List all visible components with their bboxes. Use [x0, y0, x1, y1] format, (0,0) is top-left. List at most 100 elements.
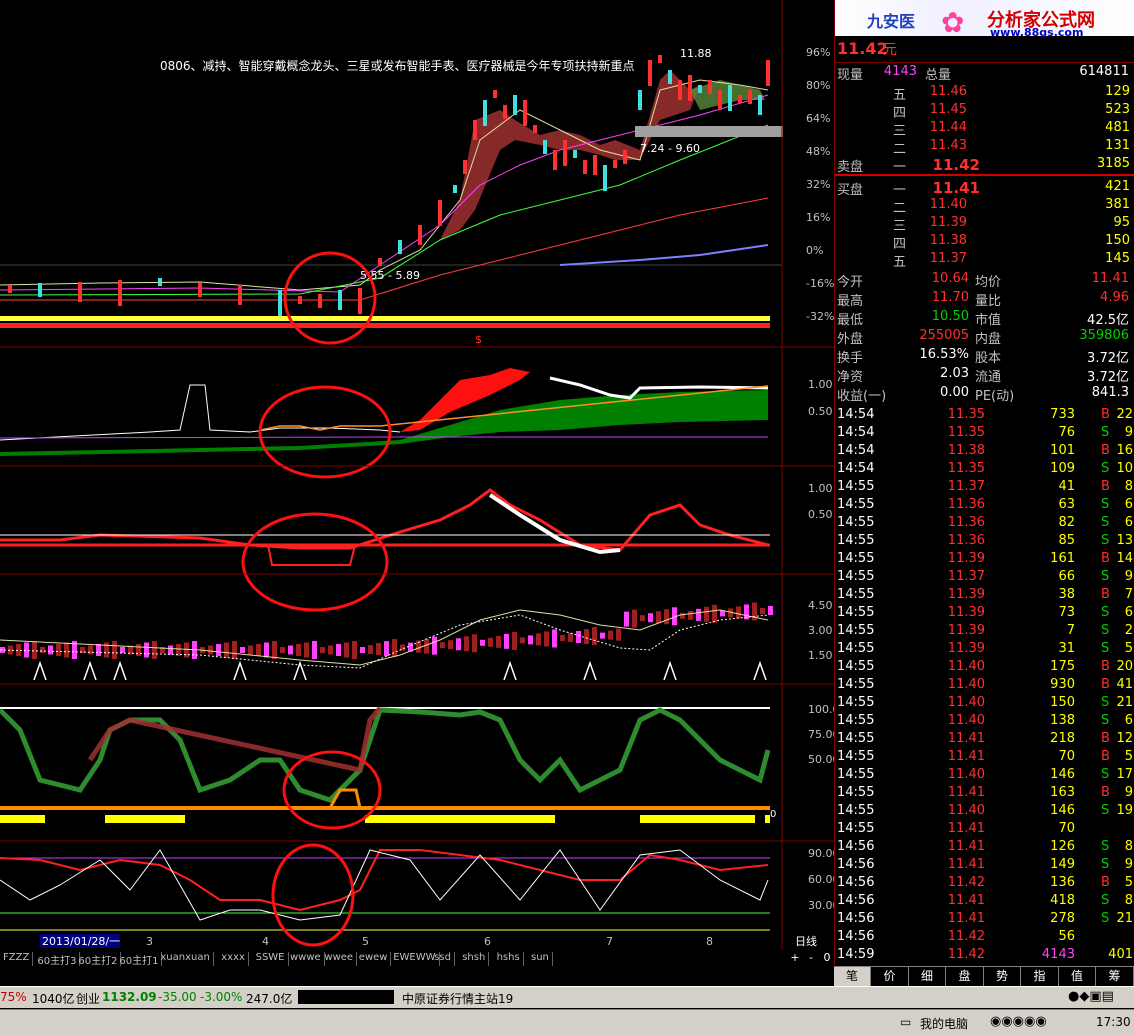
bar — [344, 642, 349, 658]
indicator-tab[interactable]: hshs — [494, 952, 524, 966]
indicator-tab[interactable]: ssd — [431, 952, 455, 966]
bar — [360, 647, 365, 653]
stat-row: 今开 10.64 均价 11.41 — [835, 270, 1134, 290]
quote-tab[interactable]: 筹 — [1096, 967, 1134, 986]
tick-count: 21 — [1116, 911, 1133, 926]
quote-tab[interactable]: 细 — [909, 967, 946, 986]
candle — [198, 283, 202, 297]
stock-chart[interactable]: 0806、减持、智能穿戴概念龙头、三星或发布智能手表、医疗器械是今年专项扶持新重… — [0, 0, 834, 950]
indicator-tab[interactable]: wwwe — [287, 952, 325, 966]
tick-price: 11.40 — [947, 677, 985, 692]
tray-icons: ●◆▣▤ — [1068, 989, 1114, 1004]
p3-axis: 1.00 0.50 — [808, 482, 833, 521]
indicator-tab[interactable]: 60主打1 — [116, 952, 163, 967]
indicator-tab[interactable]: wwee — [321, 952, 358, 966]
systray-icons[interactable]: ◉◉◉◉◉ — [990, 1014, 1047, 1029]
tick-time: 14:56 — [837, 929, 875, 944]
tick-time: 14:55 — [837, 677, 875, 692]
board-percent: -3.00% — [200, 990, 243, 1004]
tick-row: 14:56 11.41 418 S 8 — [835, 892, 1134, 910]
month-tick: 8 — [706, 935, 713, 948]
ask-price: 11.42 — [932, 156, 980, 174]
stat-value: 0.00 — [940, 385, 969, 400]
tick-price: 11.41 — [947, 731, 985, 746]
stat-value: 11.70 — [931, 290, 969, 305]
tick-side: S — [1101, 641, 1110, 656]
sell-label: 卖盘 — [837, 160, 864, 175]
axis-label: 1.50 — [808, 649, 833, 662]
red-line — [0, 849, 769, 912]
stat-row: 收益(一) 0.00 PE(动) 841.3 — [835, 384, 1134, 404]
tick-time: 14:54 — [837, 425, 875, 440]
board-change: -35.00 — [158, 990, 197, 1004]
yellow-block — [0, 815, 45, 823]
candle — [698, 85, 702, 93]
ask-volume: 131 — [1105, 138, 1130, 153]
nav-button[interactable]: + — [788, 951, 802, 965]
quote-tab[interactable]: 指 — [1021, 967, 1059, 986]
quote-tab[interactable]: 盘 — [946, 967, 984, 986]
tick-price: 11.35 — [947, 461, 985, 476]
triangle-mark — [663, 660, 677, 681]
stat-value: 4.96 — [1100, 290, 1129, 305]
news-annotation: 0806、减持、智能穿戴概念龙头、三星或发布智能手表、医疗器械是今年专项扶持新重… — [160, 58, 635, 73]
indicator-tab[interactable]: 60主打3 — [34, 952, 81, 967]
tick-price: 11.35 — [947, 425, 985, 440]
indicator-tab[interactable]: sun — [528, 952, 553, 966]
indicator-tab[interactable]: 60主打2 — [75, 952, 122, 967]
indicator-tab[interactable]: xxxx — [218, 952, 249, 966]
indicator-tab[interactable]: shsh — [459, 952, 490, 966]
bar — [584, 629, 589, 645]
tick-count: 8 — [1124, 839, 1133, 854]
stat-label: PE(动) — [975, 389, 1015, 404]
ask-volume: 523 — [1105, 102, 1130, 117]
bar — [600, 632, 605, 639]
candle — [238, 285, 242, 305]
brown-wave — [87, 706, 382, 773]
p2-axis: 1.00 0.50 — [808, 378, 833, 418]
nav-button[interactable]: 0 — [820, 951, 834, 965]
indicator-tab[interactable]: xuanxuan — [157, 952, 214, 966]
candle — [638, 90, 642, 110]
bar — [616, 628, 621, 641]
tick-count: 10 — [1116, 461, 1133, 476]
tick-count: 9 — [1124, 425, 1133, 440]
candle — [678, 80, 682, 100]
bid-price: 11.39 — [929, 215, 967, 230]
quote-tab[interactable]: 笔 — [834, 967, 871, 986]
bar — [320, 647, 325, 653]
stat-value: 10.64 — [931, 271, 969, 286]
bar — [560, 635, 565, 641]
mycomputer-icon[interactable]: ▭ — [900, 1015, 911, 1029]
month-ticks: 3 4 5 6 7 8 — [146, 935, 713, 948]
tick-time: 14:55 — [837, 605, 875, 620]
indicator-tab[interactable]: FZZZ — [0, 952, 34, 966]
mycomputer-label[interactable]: 我的电脑 — [920, 1015, 968, 1032]
tick-volume: 85 — [1058, 533, 1075, 548]
tick-time: 14:55 — [837, 587, 875, 602]
tick-side: S — [1101, 839, 1110, 854]
bar — [480, 639, 485, 646]
tick-row: 14:56 11.42 136 B 5 — [835, 874, 1134, 892]
purple-line — [0, 436, 768, 439]
indicator-tab[interactable]: ewew — [356, 952, 392, 966]
bar — [432, 636, 437, 655]
indicator-tab[interactable]: SSWE — [253, 952, 289, 966]
indicator-panel-4: 4.50 3.00 1.50 — [0, 599, 833, 681]
nav-button[interactable]: - — [804, 951, 818, 965]
tick-count: 5 — [1124, 875, 1133, 890]
quote-tab[interactable]: 值 — [1059, 967, 1096, 986]
candle — [543, 140, 547, 154]
bar — [32, 641, 37, 659]
tick-volume: 70 — [1058, 821, 1075, 836]
axis-label: 1.00 — [808, 482, 833, 495]
candle — [8, 285, 12, 293]
quote-tab[interactable]: 势 — [984, 967, 1021, 986]
tick-side: S — [1101, 623, 1110, 638]
cloud-band — [440, 70, 700, 240]
red-circle-2 — [258, 385, 392, 479]
stat-row: 最低 10.50 市值 42.5亿 — [835, 308, 1134, 328]
triangle-mark — [33, 660, 47, 681]
tick-count: 22 — [1116, 407, 1133, 422]
quote-tab[interactable]: 价 — [871, 967, 909, 986]
